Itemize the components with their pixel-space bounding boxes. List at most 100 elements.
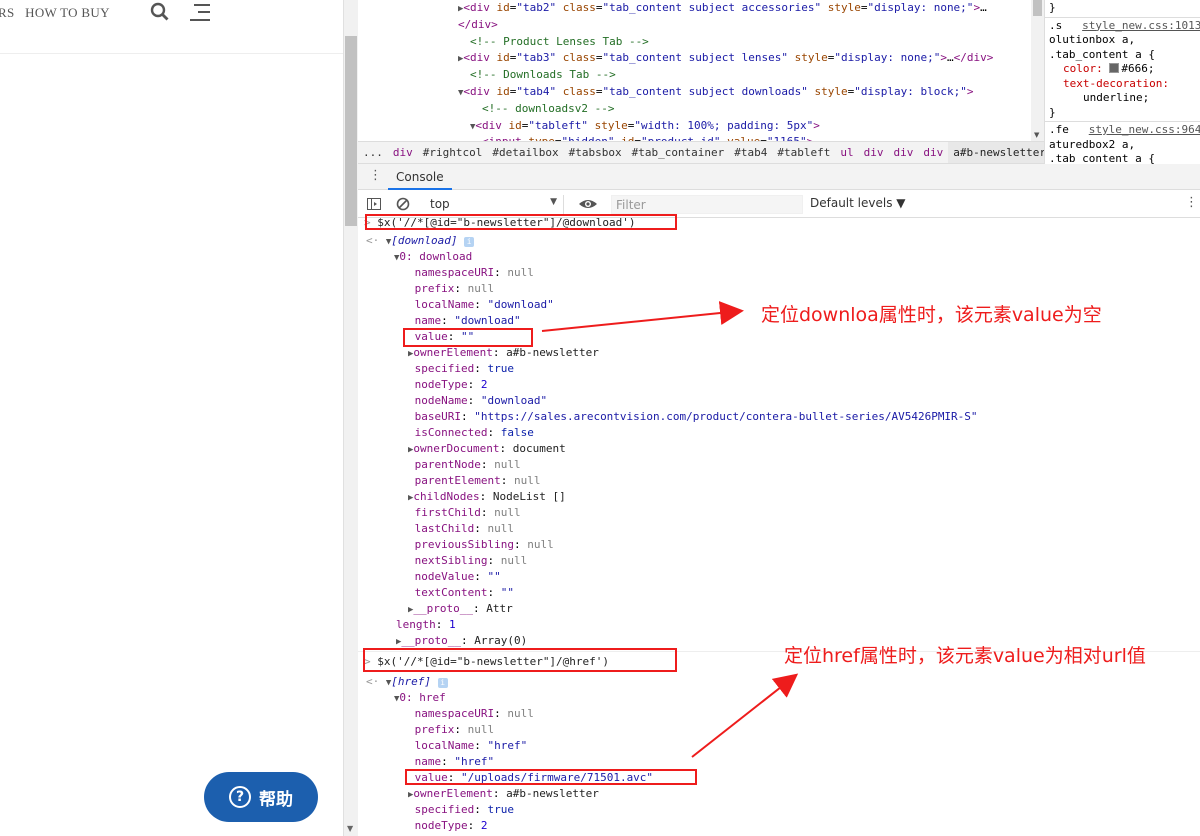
highlight-box-value-url	[405, 769, 697, 785]
site-navbar: RS HOW TO BUY	[0, 0, 343, 54]
page-scrollbar[interactable]: ▼	[343, 0, 358, 836]
console-prop-row: lastChild: null	[414, 522, 514, 535]
console-prop-row: isConnected: false	[414, 426, 534, 439]
console-result-item[interactable]: ▼0: href	[394, 690, 446, 706]
style-rule: }	[1045, 0, 1200, 18]
menu-icon[interactable]	[188, 2, 212, 28]
console-prop-row[interactable]: ▶ownerDocument: document	[408, 441, 566, 457]
breadcrumb-item[interactable]: a#b-newsletter	[948, 142, 1044, 163]
console-prop-row: prefix: null	[414, 282, 495, 295]
help-label: 帮助	[259, 789, 293, 810]
context-select[interactable]: top ▼	[424, 195, 564, 214]
help-button[interactable]: ? 帮助	[204, 772, 318, 822]
annotation-note-href: 定位href属性时，该元素value为相对url值	[784, 645, 1146, 667]
console-prop-row: nodeValue: ""	[414, 570, 501, 583]
scroll-down-icon[interactable]: ▼	[1034, 131, 1039, 139]
console-result-item[interactable]: ▼0: download	[394, 249, 472, 265]
elements-scrollbar[interactable]: ▼	[1031, 0, 1044, 141]
dom-node-line[interactable]: ▶<div id="tab3" class="tab_content subje…	[358, 50, 1043, 67]
page-scrollbar-thumb[interactable]	[345, 36, 357, 226]
console-prop-row[interactable]: ▶childNodes: NodeList []	[408, 489, 566, 505]
console-prop-row: length: 1	[396, 618, 456, 631]
style-brace: }	[1049, 105, 1056, 119]
highlight-box-cmd2	[363, 648, 677, 672]
dom-node-line[interactable]: ▼<div id="tableft" style="width: 100%; p…	[358, 118, 1043, 135]
more-options-icon[interactable]: ⋮	[1185, 195, 1198, 210]
console-prop-row: localName: "download"	[414, 298, 554, 311]
breadcrumb-item[interactable]: #tabsbox	[564, 142, 627, 163]
console-prop-row: firstChild: null	[414, 506, 521, 519]
highlight-box-value-empty	[403, 328, 533, 347]
console-prop-row: name: "download"	[414, 314, 521, 327]
context-value: top	[430, 197, 450, 211]
log-levels-dropdown[interactable]: Default levels ▼	[810, 196, 906, 210]
console-prop-row: prefix: null	[414, 723, 495, 736]
console-result-header[interactable]: <· ▼[href] i	[366, 674, 448, 690]
dom-node-line[interactable]: <!-- Product Lenses Tab -->	[358, 34, 1043, 51]
dom-node-line[interactable]: </div>	[358, 17, 1043, 34]
dom-node-line[interactable]: <!-- Downloads Tab -->	[358, 67, 1043, 84]
sidebar-toggle-icon[interactable]	[366, 196, 382, 212]
style-source-link[interactable]: style_new.css:1013	[1082, 19, 1200, 32]
style-brace: }	[1049, 1, 1056, 14]
breadcrumb-item[interactable]: div	[859, 142, 889, 163]
annotation-note-download: 定位downloa属性时，该元素value为空	[761, 304, 1102, 326]
drawer-menu-icon[interactable]: ⋮	[369, 168, 382, 183]
style-prop-value[interactable]: #666;	[1121, 62, 1154, 75]
console-prop-row: namespaceURI: null	[414, 707, 534, 720]
breadcrumb-item[interactable]: div	[889, 142, 919, 163]
breadcrumb-item[interactable]: ...	[358, 142, 388, 163]
breadcrumb-item[interactable]: div	[388, 142, 418, 163]
breadcrumb-item[interactable]: #tab4	[729, 142, 772, 163]
breadcrumb-item[interactable]: #detailbox	[487, 142, 563, 163]
console-prop-row[interactable]: ▶__proto__: Attr	[408, 601, 513, 617]
breadcrumb-item[interactable]: #rightcol	[418, 142, 488, 163]
console-prop-row[interactable]: ▶ownerElement: a#b-newsletter	[408, 345, 599, 361]
console-prop-row: textContent: ""	[414, 586, 514, 599]
console-prop-row[interactable]: ▶__proto__: Array(0)	[396, 633, 527, 649]
scroll-down-icon[interactable]: ▼	[347, 824, 353, 833]
console-prop-row: specified: true	[414, 362, 514, 375]
devtools: ▶<div id="tab2" class="tab_content subje…	[358, 0, 1200, 836]
console-prop-row: previousSibling: null	[414, 538, 554, 551]
console-prop-row: nodeType: 2	[414, 378, 488, 391]
breadcrumb-item[interactable]: div	[918, 142, 948, 163]
console-prop-row: nextSibling: null	[414, 554, 528, 567]
highlight-box-cmd1	[365, 214, 677, 230]
console-result-header[interactable]: <· ▼[download] i	[366, 233, 475, 249]
console-prop-row: namespaceURI: null	[414, 266, 534, 279]
console-prop-row: parentElement: null	[414, 474, 541, 487]
nav-how-to-buy[interactable]: RS HOW TO BUY	[0, 5, 110, 21]
console-prop-row[interactable]: ▶ownerElement: a#b-newsletter	[408, 786, 599, 802]
dom-node-line[interactable]: ▼<div id="tab4" class="tab_content subje…	[358, 84, 1043, 101]
elements-scrollbar-thumb[interactable]	[1033, 0, 1042, 16]
search-icon[interactable]	[150, 2, 170, 26]
console-prop-row: nodeType: 2	[414, 819, 488, 832]
website-pane: RS HOW TO BUY ? 帮助	[0, 0, 343, 836]
color-swatch[interactable]	[1109, 63, 1120, 73]
breadcrumb-item[interactable]: ul	[835, 142, 858, 163]
console-prop-row: name: "href"	[414, 755, 495, 768]
style-selector: .tab_content a {	[1049, 47, 1155, 61]
tab-console[interactable]: Console	[388, 164, 452, 190]
style-source-link[interactable]: style_new.css:964	[1089, 123, 1200, 136]
styles-panel: } .s style_new.css:1013 olutionbox a, .t…	[1044, 0, 1200, 170]
style-rule: .fe style_new.css:964 aturedbox2 a, .tab…	[1045, 122, 1200, 168]
console-prop-row: localName: "href"	[414, 739, 528, 752]
console-prop-row: specified: true	[414, 803, 514, 816]
eye-icon[interactable]	[578, 196, 598, 212]
console-filter-input[interactable]: Filter	[611, 195, 803, 214]
style-prop-name: text-decoration:	[1063, 76, 1169, 90]
console-prop-row: baseURI: "https://sales.arecontvision.co…	[414, 410, 978, 423]
console-prop-row: nodeName: "download"	[414, 394, 548, 407]
breadcrumb-item[interactable]: #tab_container	[627, 142, 730, 163]
dom-node-line[interactable]: <!-- downloadsv2 -->	[358, 101, 1043, 118]
drawer-tabbar: ⋮ Console	[358, 164, 1200, 190]
clear-console-icon[interactable]	[395, 196, 411, 212]
breadcrumb: ... div #rightcol #detailbox #tabsbox #tab_co…	[358, 141, 1044, 164]
dom-node-line[interactable]: ▶<div id="tab2" class="tab_content subje…	[358, 0, 1043, 17]
style-selector-prefix: .fe	[1049, 123, 1069, 136]
style-prop-value[interactable]: underline;	[1083, 91, 1149, 104]
breadcrumb-item[interactable]: #tableft	[772, 142, 835, 163]
dom-node-line[interactable]: <input type="hidden" id="product_id" val…	[358, 134, 1043, 141]
